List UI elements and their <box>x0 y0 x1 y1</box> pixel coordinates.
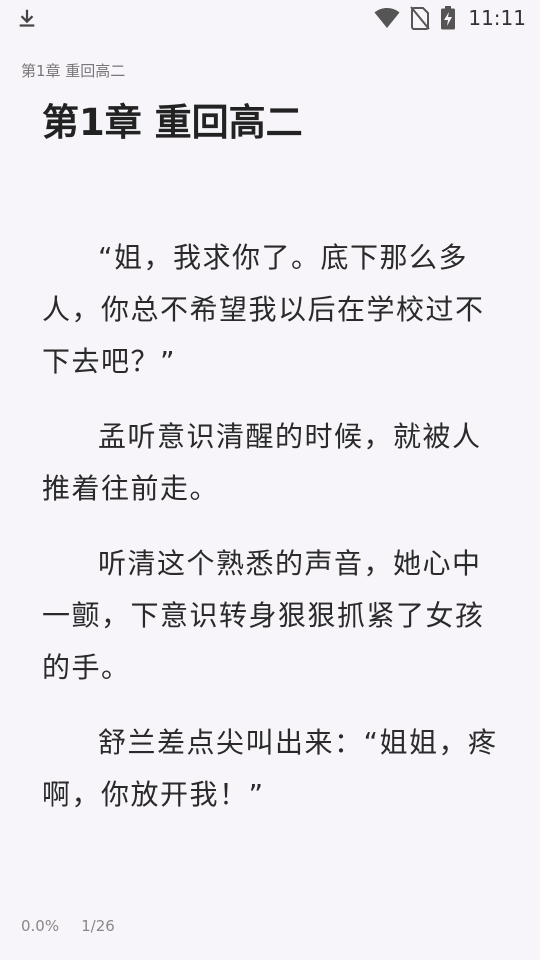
no-sim-icon <box>410 6 431 30</box>
status-time: 11:11 <box>468 6 526 30</box>
battery-charging-icon <box>441 6 456 30</box>
chapter-content[interactable]: “姐，我求你了。底下那么多人，你总不希望我以后在学校过不下去吧？” 孟听意识清醒… <box>42 232 502 844</box>
paragraph: 听清这个熟悉的声音，她心中一颤，下意识转身狠狠抓紧了女孩的手。 <box>42 547 485 684</box>
paragraph: 孟听意识清醒的时候，就被人推着往前走。 <box>42 420 482 505</box>
status-bar: 11:11 <box>0 0 540 36</box>
download-icon <box>19 9 35 27</box>
page-indicator: 1/26 <box>81 917 115 935</box>
progress-percent: 0.0% <box>21 917 60 935</box>
paragraph: “姐，我求你了。底下那么多人，你总不希望我以后在学校过不下去吧？” <box>42 241 485 378</box>
running-header: 第1章 重回高二 <box>21 62 126 80</box>
wifi-icon <box>374 8 400 28</box>
paragraph: 舒兰差点尖叫出来：“姐姐，疼啊，你放开我！” <box>42 726 498 811</box>
reader-footer: 0.0% 1/26 <box>21 917 115 935</box>
chapter-title: 第1章 重回高二 <box>42 101 303 144</box>
